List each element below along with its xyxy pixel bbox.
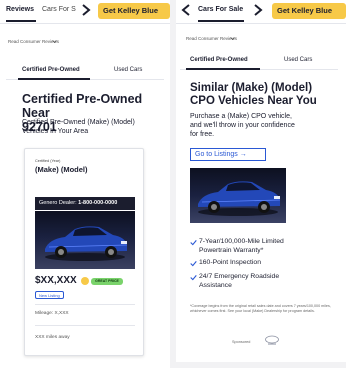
listing-price: $XX,XXX <box>35 275 77 286</box>
new-listing-badge: New Listing <box>35 291 64 299</box>
go-to-listings-button[interactable]: Go to Listings → <box>190 148 266 161</box>
coverage-footnote: *Coverage begins from the original retai… <box>190 304 331 313</box>
chevron-down-icon <box>230 37 235 41</box>
checkmark-icon <box>190 240 197 246</box>
mileage-text: Mileage: X,XXX <box>35 311 69 316</box>
chevron-left-icon[interactable] <box>180 3 192 17</box>
nav-active-indicator <box>6 20 36 22</box>
chevron-down-icon <box>52 40 57 44</box>
chevron-right-icon[interactable] <box>80 3 92 17</box>
kbb-cta-button[interactable]: Get Kelley Blue <box>98 3 170 19</box>
hero-car-image <box>190 168 286 223</box>
tab-used-cars[interactable]: Used Cars <box>114 67 142 73</box>
top-nav: Reviews Cars For S Get Kelley Blue <box>0 0 170 24</box>
distance-text: XXX miles away <box>35 335 70 340</box>
tab-active-indicator <box>186 68 260 70</box>
car-photo[interactable] <box>35 211 135 269</box>
tab-bar: Certified Pre-Owned Used Cars <box>180 52 338 70</box>
listing-card[interactable]: Certified (Year) (Make) (Model) Genero D… <box>24 148 144 356</box>
page-subtitle: Certified Pre-Owned (Make) (Model) Vehic… <box>22 119 135 135</box>
dealer-bar[interactable]: Genero Dealer: 1-800-000-0000 <box>35 197 135 210</box>
tab-bar: Certified Pre-Owned Used Cars <box>6 62 164 80</box>
top-nav: Cars For Sale Get Kelley Blue <box>176 0 346 24</box>
page-title: Similar (Make) (Model) CPO Vehicles Near… <box>190 82 317 107</box>
left-screen: Reviews Cars For S Get Kelley Blue Read … <box>0 0 170 368</box>
tab-used-cars[interactable]: Used Cars <box>284 57 312 63</box>
checkmark-icon <box>190 261 197 267</box>
dealer-label: Genero Dealer: <box>39 200 77 206</box>
tab-certified-pre-owned[interactable]: Certified Pre-Owned <box>22 67 80 73</box>
divider <box>35 304 135 305</box>
nav-reviews[interactable]: Reviews <box>6 6 34 13</box>
page-subtitle: Purchase a (Make) CPO vehicle, and we'll… <box>190 113 295 138</box>
kbb-cta-button[interactable]: Get Kelley Blue <box>272 3 346 19</box>
nav-cars-for-sale[interactable]: Cars For Sale <box>198 6 243 13</box>
nav-cars-for-sale[interactable]: Cars For S <box>42 6 82 13</box>
dealer-phone[interactable]: 1-800-000-0000 <box>78 200 117 206</box>
chevron-right-icon[interactable] <box>252 3 264 17</box>
tab-certified-pre-owned[interactable]: Certified Pre-Owned <box>190 57 248 63</box>
sponsored-label: Sponsored <box>232 340 251 344</box>
checkmark-icon <box>190 275 197 281</box>
deal-rating-icon <box>81 277 89 285</box>
divider <box>35 325 135 326</box>
right-screen: Cars For Sale Get Kelley Blue Read Consu… <box>176 0 346 368</box>
nav-active-indicator <box>198 20 244 22</box>
deal-badge: GREAT PRICE <box>91 278 123 285</box>
card-year: Certified (Year) <box>35 159 61 163</box>
card-model: (Make) (Model) <box>35 165 88 174</box>
tab-active-indicator <box>18 78 90 80</box>
car-image <box>198 181 281 216</box>
sponsor-logo-icon[interactable] <box>264 335 280 346</box>
car-image <box>45 226 128 261</box>
bottom-strip <box>176 362 346 368</box>
